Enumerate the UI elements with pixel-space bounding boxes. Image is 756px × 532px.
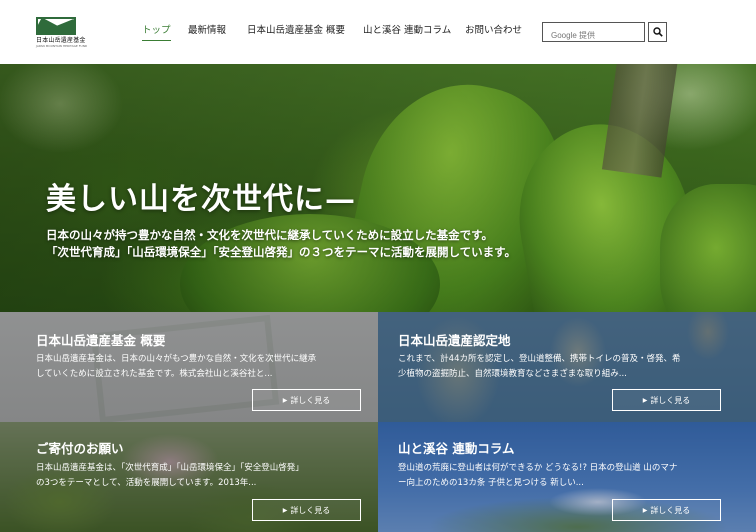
card-text-line-1: 日本山岳遺産基金は、日本の山々がもつ豊かな自然・文化を次世代に継承 [36,354,317,364]
card-text-line-2: の3つをテーマとして、活動を展開しています。2013年... [36,478,257,488]
more-button[interactable]: ▶ 詳しく見る [612,389,721,411]
more-button[interactable]: ▶ 詳しく見る [612,499,721,521]
hero-banner: 美しい山を次世代に— 日本の山々が持つ豊かな自然・文化を次世代に継承していくため… [0,64,756,312]
chevron-right-icon: ▶ [282,506,288,514]
chevron-right-icon: ▶ [642,396,648,404]
card-text-line-2: 少植物の盗掘防止、自然環境教育などさまざまな取り組み... [398,369,627,379]
search-button[interactable] [648,22,667,42]
hero-title: 美しい山を次世代に— [46,182,356,217]
card-text-line-2: ー向上のための13カ条 子供と見つける 新しい... [398,478,584,488]
site-logo[interactable]: 日本山岳遺産基金 JAPAN MOUNTAIN HERITAGE FUND [36,17,88,49]
more-button-label: 詳しく見る [650,505,691,515]
more-button[interactable]: ▶ 詳しく見る [252,499,361,521]
card-text-line-1: 登山道の荒廃に登山者は何ができるか どうなる!? 日本の登山道 山のマナ [398,463,678,473]
card-title: 日本山岳遺産基金 概要 [36,333,166,348]
card-fund-overview[interactable]: 日本山岳遺産基金 概要 日本山岳遺産基金は、日本の山々がもつ豊かな自然・文化を次… [0,312,378,422]
card-text-line-1: 日本山岳遺産基金は、「次世代育成」「山岳環境保全」「安全登山啓発」 [36,463,304,473]
card-title: 日本山岳遺産認定地 [398,333,511,348]
more-button-label: 詳しく見る [650,395,691,405]
search-box [542,22,645,45]
more-button-label: 詳しく見る [290,395,331,405]
card-title: 山と溪谷 連動コラム [398,441,515,456]
site-header: 日本山岳遺産基金 JAPAN MOUNTAIN HERITAGE FUND トッ… [0,0,756,64]
more-button[interactable]: ▶ 詳しく見る [252,389,361,411]
card-column[interactable]: 山と溪谷 連動コラム 登山道の荒廃に登山者は何ができるか どうなる!? 日本の登… [378,422,756,532]
nav-item-top[interactable]: トップ [142,24,171,41]
nav-item-column[interactable]: 山と溪谷 連動コラム [363,24,451,38]
mountain-logo-icon [36,17,76,35]
chevron-right-icon: ▶ [642,506,648,514]
hero-description-line-1: 日本の山々が持つ豊かな自然・文化を次世代に継承していくために設立した基金です。 [46,228,494,242]
card-text-line-2: していくために設立された基金です。株式会社山と溪谷社と... [36,369,273,379]
more-button-label: 詳しく見る [290,505,331,515]
nav-item-about[interactable]: 日本山岳遺産基金 概要 [247,24,345,38]
nav-item-contact[interactable]: お問い合わせ [465,24,522,38]
logo-text: 日本山岳遺産基金 [36,37,86,44]
nav-item-news[interactable]: 最新情報 [188,24,226,38]
hero-description-line-2: 「次世代育成」「山岳環境保全」「安全登山啓発」の３つをテーマに活動を展開していま… [46,245,516,259]
search-icon [652,27,663,37]
card-heritage-sites[interactable]: 日本山岳遺産認定地 これまで、計44カ所を認定し、登山道整備、携帯トイレの普及・… [378,312,756,422]
search-input[interactable] [543,26,644,45]
chevron-right-icon: ▶ [282,396,288,404]
card-title: ご寄付のお願い [36,441,124,456]
logo-subtext: JAPAN MOUNTAIN HERITAGE FUND [36,44,88,48]
card-text-line-1: これまで、計44カ所を認定し、登山道整備、携帯トイレの普及・啓発、希 [398,354,681,364]
card-donation[interactable]: ご寄付のお願い 日本山岳遺産基金は、「次世代育成」「山岳環境保全」「安全登山啓発… [0,422,378,532]
